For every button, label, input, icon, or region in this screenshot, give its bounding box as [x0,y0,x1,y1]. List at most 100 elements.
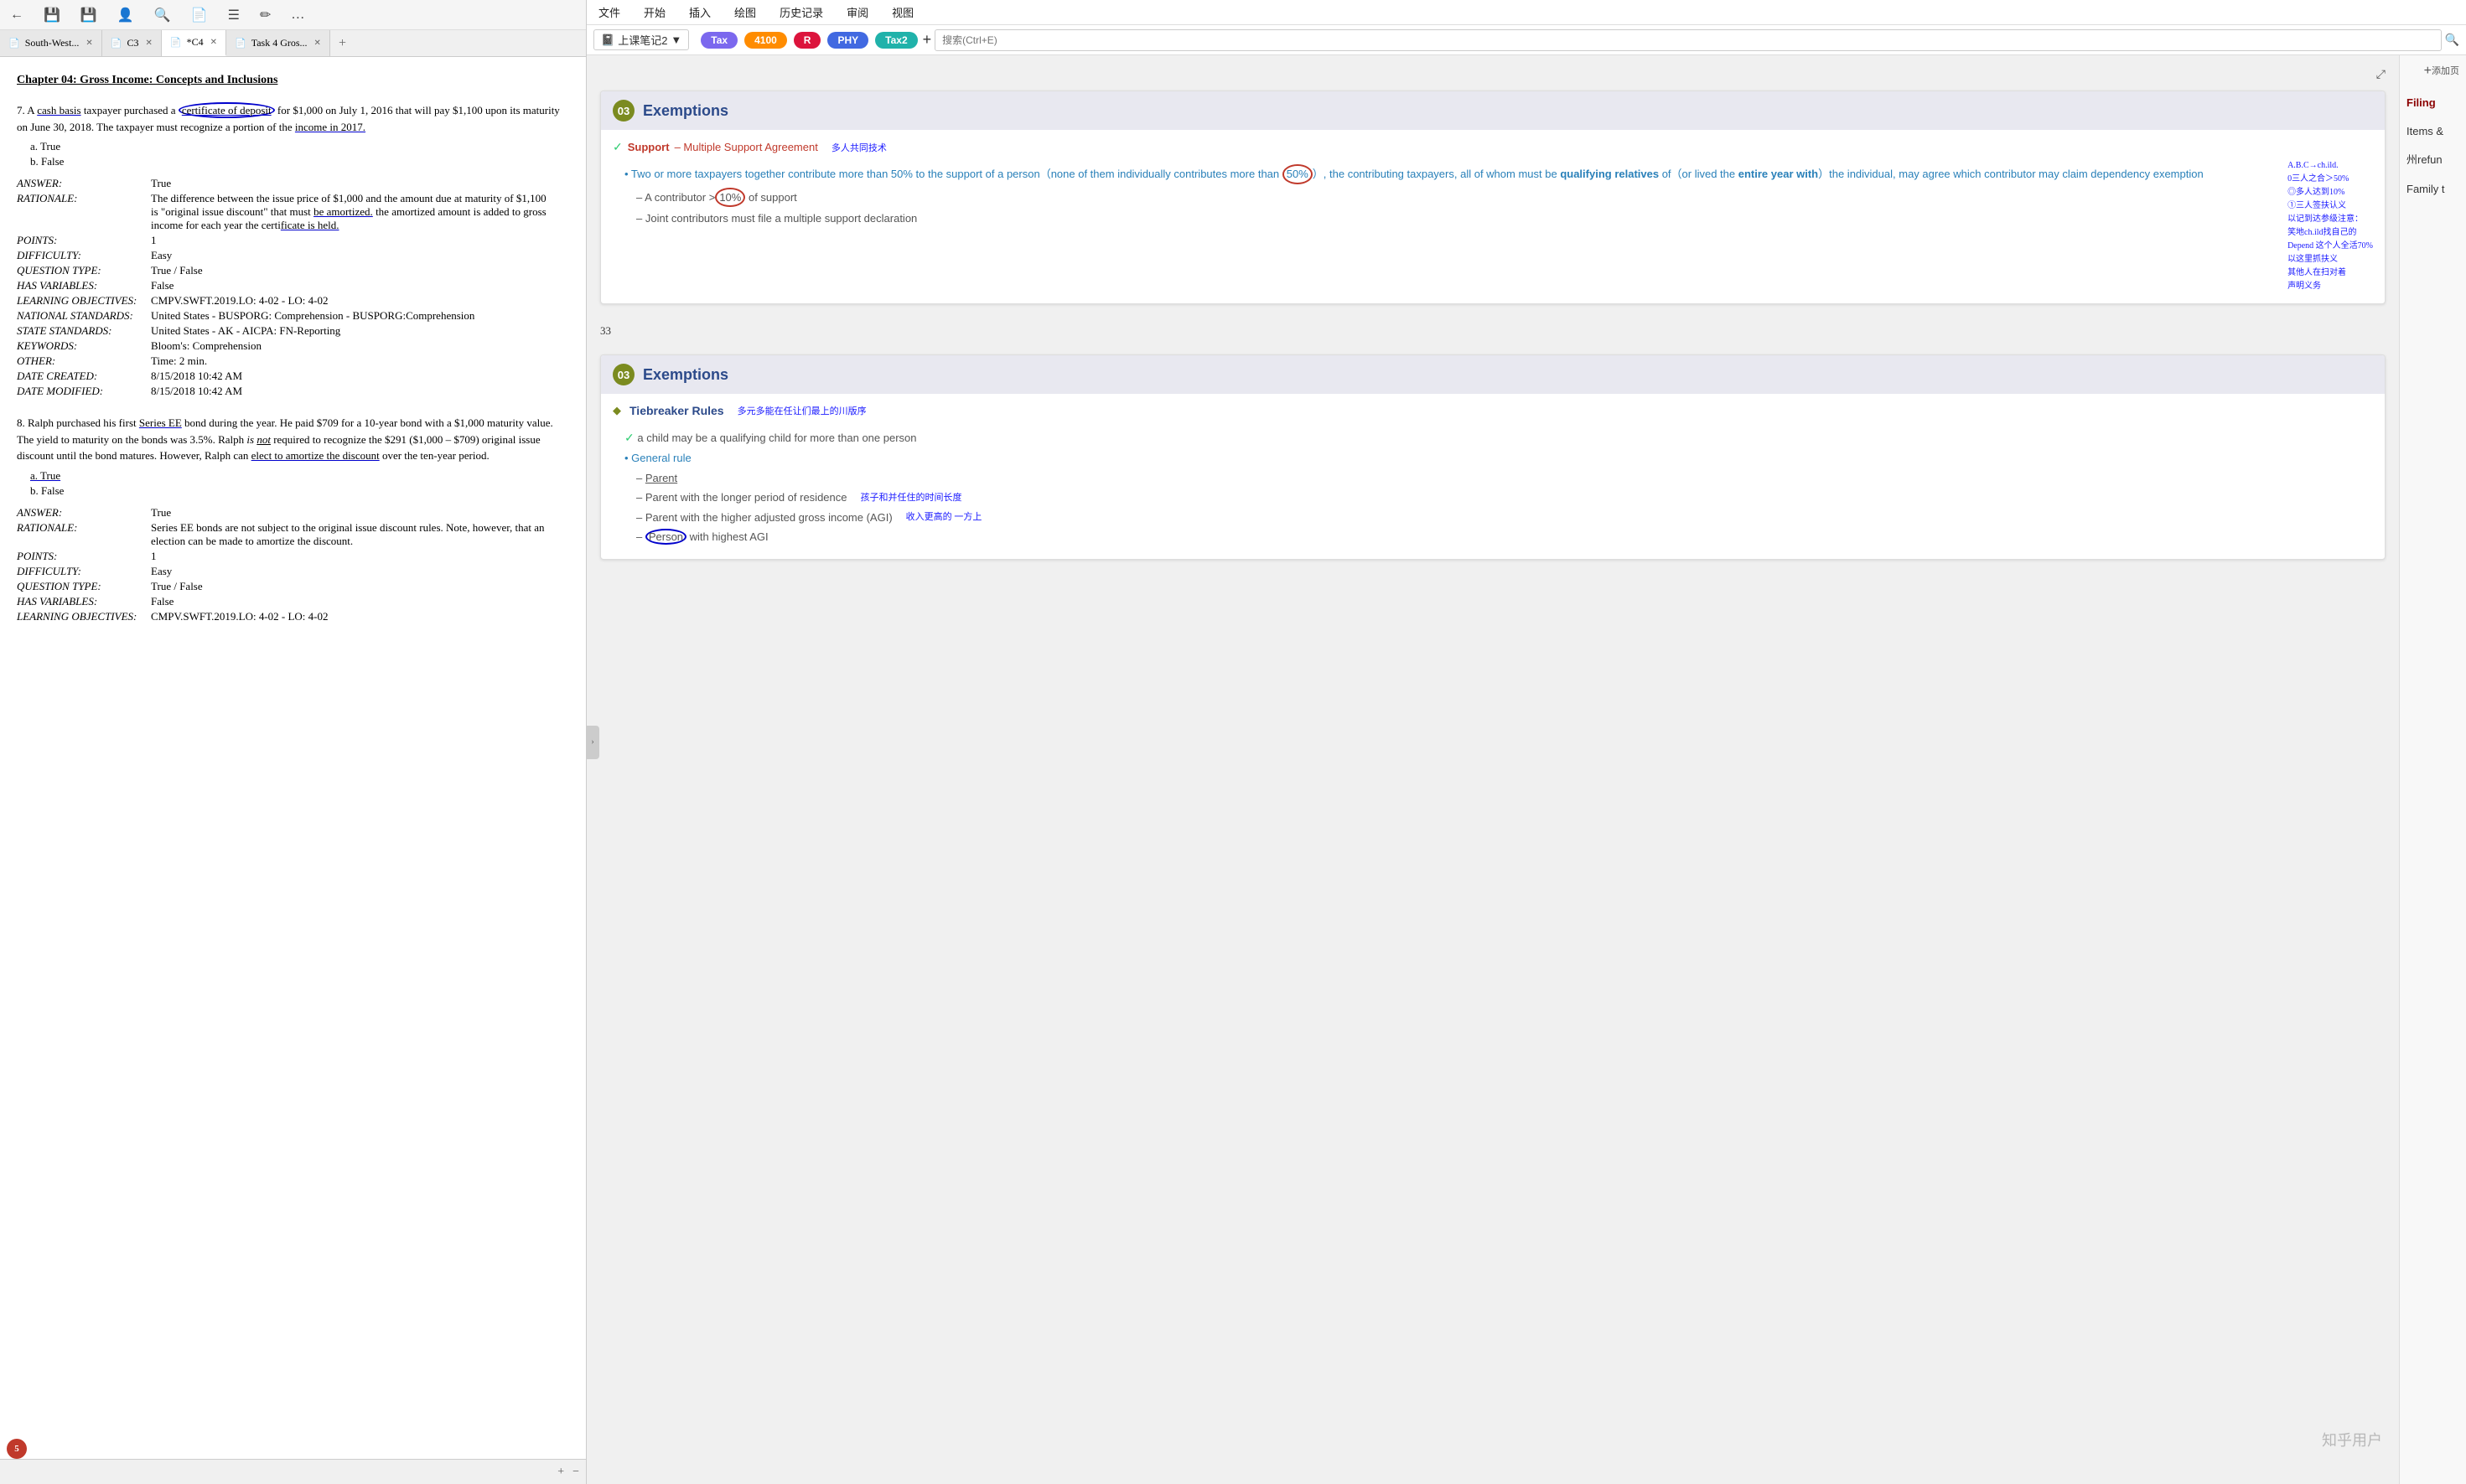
save2-icon[interactable]: 💾 [77,5,101,25]
handwrite-annotation-1: 多人共同技术 [831,141,887,154]
tag-tax2[interactable]: Tax2 [875,32,917,49]
right-sidebar: + 添加页 Filing Items & 州refun Family t [2399,55,2466,1484]
expand-icon[interactable]: ⤢ [2376,69,2386,82]
tiebreaker-title: Tiebreaker Rules [629,404,724,417]
menu-view[interactable]: 视图 [888,3,917,22]
q7-answer-value: True [151,177,171,190]
card-badge-1: 03 [613,100,635,122]
tab-add-button[interactable]: + [330,30,355,56]
q7-number: 7. [17,104,27,116]
q8-not: is not [246,433,271,446]
sidebar-refund[interactable]: 州refun [2406,153,2459,168]
tag-4100[interactable]: 4100 [744,32,787,49]
tab-close-3[interactable]: ✕ [210,38,217,47]
question-7-text: 7. A cash basis taxpayer purchased a cer… [17,102,569,135]
q8-points-label: POINTS: [17,550,151,563]
q8-number: 8. [17,416,28,429]
q8-lo-label: LEARNING OBJECTIVES: [17,610,151,623]
tb-dash-list: – Parent – Parent with the longer period… [636,470,2373,546]
tab-close-2[interactable]: ✕ [146,39,153,48]
q8-answer-label: ANSWER: [17,506,151,520]
tab-label-3: *C4 [187,36,204,49]
search-icon[interactable]: 🔍 [151,5,174,25]
tab-c4[interactable]: 📄 *C4 ✕ [162,30,226,56]
tb-dash-higher-agi: – Parent with the higher adjusted gross … [636,509,2373,526]
q8-a-text: a. True [30,469,60,482]
card1-handwrite-area: A.B.C→ch.ild. 0三人之合＞50% ◎多人达到10% ①三人签扶认义… [2279,159,2373,293]
tag-phy[interactable]: PHY [827,32,868,49]
sidebar-filing[interactable]: Filing [2406,96,2459,111]
q8-answer-value: True [151,506,171,520]
q7-other-label: OTHER: [17,354,151,368]
highlight-entire-year: entire year with [1738,168,1818,180]
zoom-in-icon[interactable]: + [557,1466,564,1479]
add-page-button[interactable]: + [2424,64,2432,79]
notebook-selector[interactable]: 📓 上课笔记2 ▼ [593,29,689,50]
sidebar-family[interactable]: Family t [2406,182,2459,197]
diamond-icon: ◆ [613,404,621,417]
check-icon-2: ✓ [624,431,635,444]
q7-answer-row: ANSWER: True [17,177,569,190]
q8-answer-row: ANSWER: True [17,506,569,520]
menu-start[interactable]: 开始 [640,3,669,22]
add-page-label[interactable]: 添加页 [2432,64,2459,79]
card-title-2: Exemptions [643,366,728,384]
tb-bullets: ✓ a child may be a qualifying child for … [624,431,2373,467]
tab-icon-3: 📄 [170,37,182,48]
q8-qtype-label: QUESTION TYPE: [17,580,151,593]
q7-points-row: POINTS: 1 [17,234,569,247]
page-number-1: 33 [600,324,2386,338]
tab-close-1[interactable]: ✕ [85,39,92,48]
list-icon[interactable]: ☰ [225,5,243,25]
tab-c3[interactable]: 📄 C3 ✕ [102,30,162,56]
tab-icon-4: 📄 [235,38,246,49]
menu-draw[interactable]: 绘图 [731,3,759,22]
q8-option-a: a. True [30,469,569,483]
top-toolbar: ← 💾 💾 👤 🔍 📄 ☰ ✏ … [0,0,586,30]
tiebreaker-header: ◆ Tiebreaker Rules 多元多能在任让们最上的川版序 [613,404,2373,424]
file-icon[interactable]: 📄 [188,5,211,25]
save-icon[interactable]: 💾 [40,5,64,25]
q7-kw-label: KEYWORDS: [17,339,151,353]
dash-list-1: – A contributor >10% of support – Joint … [636,188,2271,227]
checkmark-icon: ✓ [613,140,623,154]
q7-diff-row: DIFFICULTY: Easy [17,249,569,262]
menu-review[interactable]: 审阅 [843,3,872,22]
tag-add-button[interactable]: + [923,31,932,49]
q8-hasvar-row: HAS VARIABLES: False [17,595,569,608]
tab-label-1: South-West... [25,37,80,49]
card-header-2: 03 Exemptions [601,355,2385,394]
menu-insert[interactable]: 插入 [686,3,714,22]
q7-dm-label: DATE MODIFIED: [17,385,151,398]
back-icon[interactable]: ← [7,6,27,24]
menu-history[interactable]: 历史记录 [776,3,826,22]
edit-icon[interactable]: ✏ [256,5,274,25]
q7-option-a: a. True [30,140,569,153]
tab-south-west[interactable]: 📄 South-West... ✕ [0,30,102,56]
handwrite-residence: 孩子和并任住的时间长度 [861,491,962,505]
support-header: ✓ Support – Multiple Support Agreement 多… [613,140,2373,154]
menu-file[interactable]: 文件 [595,3,624,22]
zoom-out-icon[interactable]: − [572,1466,579,1479]
more-icon[interactable]: … [288,6,308,24]
notebook-name: 上课笔记2 [618,32,667,48]
search-icon-right[interactable]: 🔍 [2445,33,2459,47]
q7-rationale-value: The difference between the issue price o… [151,192,553,232]
q7-other-value: Time: 2 min. [151,354,207,368]
user-icon[interactable]: 👤 [114,5,137,25]
tab-close-4[interactable]: ✕ [314,39,321,48]
sidebar-items[interactable]: Items & [2406,124,2459,139]
q7-qtype-value: True / False [151,264,203,277]
q7-points-label: POINTS: [17,234,151,247]
tab-icon-1: 📄 [8,38,20,49]
tag-tax[interactable]: Tax [701,32,738,49]
collapse-panel-button[interactable]: › [586,726,599,759]
question-8-text: 8. Ralph purchased his first Series EE b… [17,415,569,464]
chapter-title: Chapter 04: Gross Income: Concepts and I… [17,74,569,87]
q7-dc-value: 8/15/2018 10:42 AM [151,370,242,383]
tab-task4[interactable]: 📄 Task 4 Gros... ✕ [226,30,330,56]
tag-r[interactable]: R [794,32,821,49]
q8-lo-row: LEARNING OBJECTIVES: CMPV.SWFT.2019.LO: … [17,610,569,623]
search-input[interactable] [935,29,2441,51]
q7-kw-row: KEYWORDS: Bloom's: Comprehension [17,339,569,353]
